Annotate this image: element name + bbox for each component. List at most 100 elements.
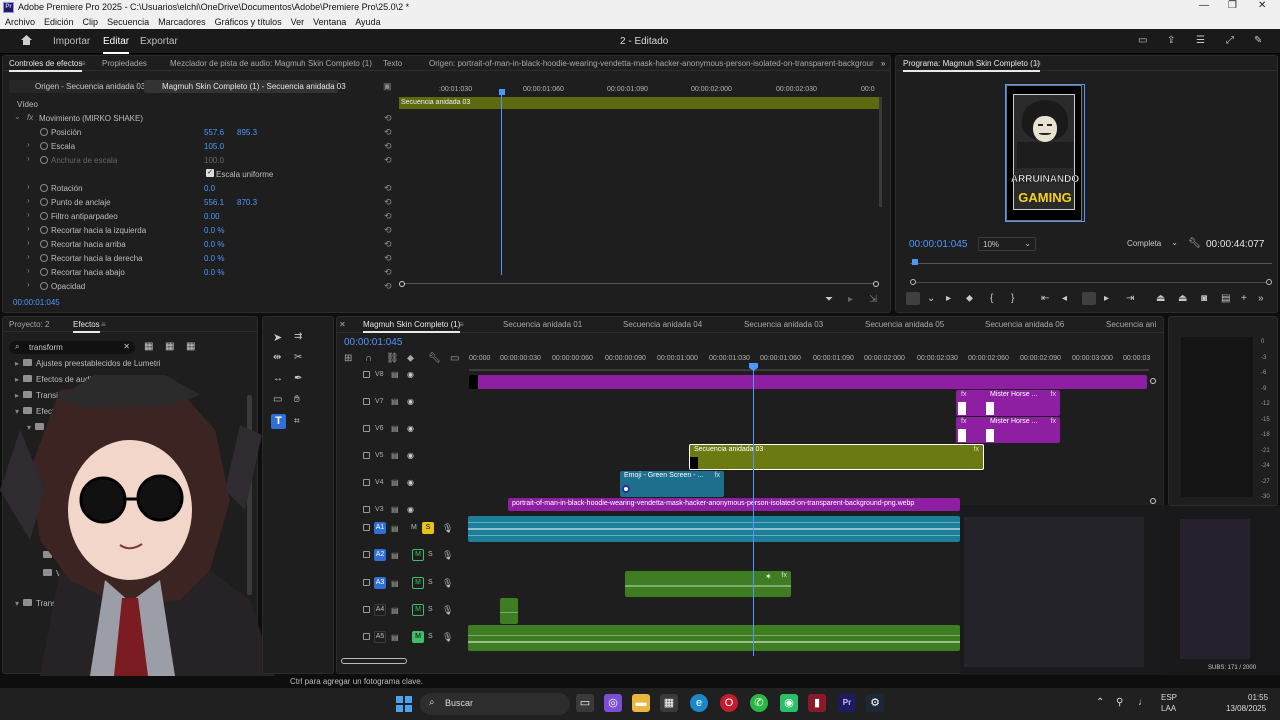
clear-search-icon[interactable]: ✕ [123,342,130,351]
audio-track-header[interactable]: A2 ▤ M S 🎙︎ [338,543,468,569]
yuv-effects-icon[interactable]: ▦ [186,341,195,352]
property-value-2[interactable]: 895.3 [237,128,257,137]
pen-tool-icon[interactable]: ✒ [294,373,302,384]
audio-track-id[interactable]: A3 [374,577,386,589]
type-tool-icon[interactable]: T [271,414,286,429]
input-language-variant[interactable]: LAA [1161,704,1176,713]
go-to-in-icon[interactable]: ⇤ [1041,293,1049,304]
app-red-icon[interactable]: ▮ [808,694,826,712]
sync-lock-icon[interactable]: ▤ [391,633,399,642]
windows-start-icon[interactable] [396,696,412,712]
taskbar-search[interactable]: ⌕ Buscar [420,693,570,715]
timeline-playhead[interactable] [753,363,754,656]
a5-audio-clip[interactable] [468,625,960,651]
close-icon[interactable]: ✕ [1258,0,1266,11]
close-tab-icon[interactable]: ✕ [339,320,346,329]
mute-button[interactable]: M [412,604,424,616]
property-value-2[interactable]: 870.3 [237,198,257,207]
menu-ver[interactable]: Ver [291,17,305,27]
timeline-h-scroll[interactable] [341,658,407,664]
property-value-1[interactable]: 0.0 [204,184,215,193]
lock-icon[interactable] [363,398,370,405]
video-track-header[interactable]: V7 ▤ ◉ [338,390,468,416]
tab-effects[interactable]: Efectos [73,320,100,333]
program-playhead[interactable] [912,259,918,265]
sync-lock-icon[interactable]: ▤ [391,397,399,406]
stop-icon[interactable] [1082,292,1096,305]
panel-toggle-icon[interactable]: ▣ [383,81,392,92]
sync-lock-icon[interactable]: ▤ [391,551,399,560]
ec-zoom-bar[interactable] [399,281,879,287]
solo-button[interactable]: S [428,606,433,613]
lock-icon[interactable] [363,524,370,531]
lock-icon[interactable] [363,452,370,459]
chevron-right-icon[interactable]: › [27,238,30,247]
effect-property-row[interactable]: › Escala 105.0 ⟲ [3,140,403,154]
solo-button[interactable]: S [422,522,434,534]
program-timecode[interactable]: 00:00:01:045 [909,239,967,250]
audio-track-header[interactable]: A1 ▤ M S 🎙︎ [338,516,468,542]
sync-lock-icon[interactable]: ▤ [391,478,399,487]
workspaces-icon[interactable]: ▭ [1138,35,1147,46]
effect-property-row[interactable]: › Recortar hacia la derecha 0.0 % ⟲ [3,252,403,266]
property-value-1[interactable]: 0.0 % [204,240,224,249]
stopwatch-icon[interactable] [40,198,48,206]
panel-menu-icon[interactable]: ≡ [81,59,86,68]
audio-track-id[interactable]: A2 [374,549,386,561]
stopwatch-icon[interactable] [40,184,48,192]
tab-importar[interactable]: Importar [53,36,90,47]
timeline-timecode[interactable]: 00:00:01:045 [344,337,402,348]
premiere-taskbar-icon[interactable]: Pr [838,694,856,712]
filter-icon[interactable]: ⏷ [825,294,833,305]
clock-date[interactable]: 13/08/2025 [1226,704,1266,713]
minimize-icon[interactable]: — [1199,0,1209,11]
property-value-1[interactable]: 0.0 % [204,254,224,263]
microphone-icon[interactable]: 🎙︎ [442,550,453,561]
eye-icon[interactable]: ◉ [407,451,414,460]
rectangle-tool-icon[interactable]: ▭ [273,394,282,405]
timeline-tab-2[interactable]: Secuencia anidada 04 [623,320,702,329]
portrait-hacker-clip[interactable]: portrait-of-man-in-black-hoodie-wearing-… [508,498,960,511]
microphone-icon[interactable]: 🎙︎ [442,605,453,616]
panel-menu-icon[interactable]: ≡ [459,320,464,329]
safe-margins-icon[interactable] [906,292,920,305]
program-monitor-title[interactable]: Programa: Magmuh Skin Completo (1) [903,59,1040,72]
tab-editar[interactable]: Editar [103,36,130,54]
reset-icon[interactable]: ⟲ [384,141,392,152]
reset-icon[interactable]: ⟲ [384,183,392,194]
stopwatch-icon[interactable] [40,212,48,220]
whatsapp-icon[interactable]: ✆ [750,694,768,712]
video-track-header[interactable]: V6 ▤ ◉ [338,417,468,443]
ec-mini-ruler[interactable]: :00:01:030 00:00:01:060 00:00:01:090 00:… [399,84,880,96]
razor-icon[interactable]: ✂ [294,352,302,363]
marker-icon[interactable]: ⬥ [966,293,973,304]
edge-icon[interactable]: e [690,694,708,712]
mister-horse-clip-2[interactable]: fx Mister Horse ... fx [956,417,1060,443]
mister-horse-clip-1[interactable]: fx Mister Horse ... fx [956,390,1060,416]
program-video-frame[interactable]: ARRUINANDO GAMING [1006,85,1082,221]
step-forward-icon[interactable]: ▸ [1104,293,1109,304]
property-value-1[interactable]: 0.0 % [204,268,224,277]
microphone-icon[interactable]: 🎙︎ [442,632,453,643]
reset-icon[interactable]: ⟲ [384,253,392,264]
app-green-icon[interactable]: ◉ [780,694,798,712]
sync-lock-icon[interactable]: ▤ [391,451,399,460]
tab-effect-controls[interactable]: Controles de efectos [9,59,83,72]
add-button-icon[interactable]: + [1241,293,1247,304]
play-audio-icon[interactable]: ▸ [848,294,853,305]
chevron-right-icon[interactable]: › [27,196,30,205]
sync-lock-icon[interactable]: ▤ [391,524,399,533]
property-value-1[interactable]: 100.0 [204,156,224,165]
panel-menu-icon[interactable]: ≡ [1036,59,1041,68]
v8-clip[interactable] [469,375,1147,389]
property-value-1[interactable]: 0.0 % [204,226,224,235]
selection-tool-icon[interactable]: ➤ [273,331,282,344]
reset-icon[interactable]: ⟲ [384,155,392,166]
lock-icon[interactable] [363,371,370,378]
reset-icon[interactable]: ⟲ [384,211,392,222]
clock-time[interactable]: 01:55 [1248,693,1268,702]
chevron-right-icon[interactable]: › [27,252,30,261]
chevron-right-icon[interactable]: › [27,224,30,233]
tabs-overflow-icon[interactable]: » [881,59,885,68]
microphone-icon[interactable]: 🎙︎ [442,523,453,534]
